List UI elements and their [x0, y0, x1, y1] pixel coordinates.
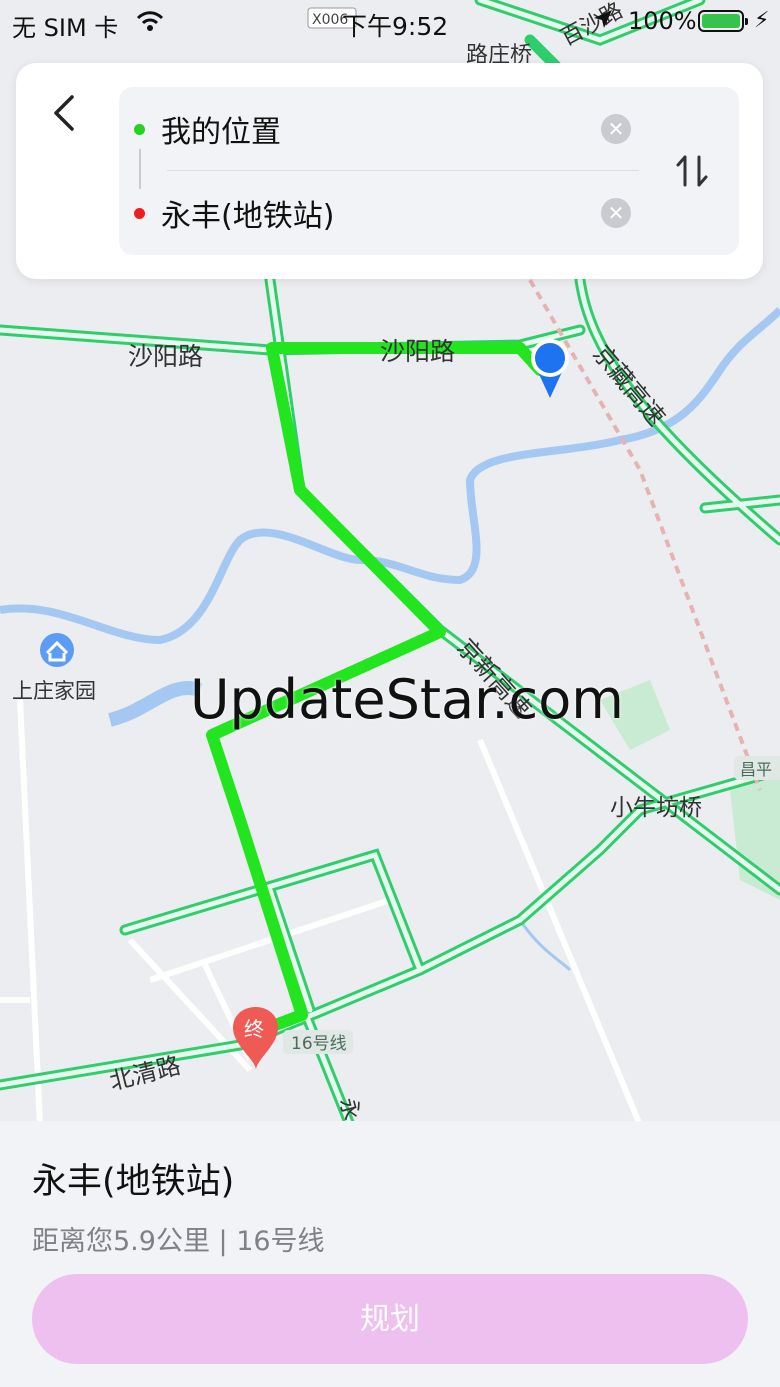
road-label-jingzang: 京藏高速 — [587, 340, 670, 432]
watermark: UpdateStar.com — [190, 668, 624, 731]
line16-badge: 16号线 — [283, 1030, 353, 1054]
road-label-shayang-west: 沙阳路 — [128, 342, 203, 371]
line16-label: 16号线 — [291, 1034, 347, 1054]
route-inputs: 我的位置 ✕ 永丰(地铁站) ✕ — [119, 87, 739, 255]
end-marker-label: 终 — [244, 1017, 264, 1041]
carrier-label: 无 SIM 卡 — [12, 14, 119, 42]
road-label-shayang-east: 沙阳路 — [380, 337, 455, 366]
destination-title: 永丰(地铁站) — [32, 1162, 235, 1202]
destination-panel: 永丰(地铁站) 距离您5.9公里 | 16号线 规划 — [0, 1121, 780, 1387]
battery-percent: 100% — [628, 7, 697, 35]
chevron-left-icon — [54, 95, 74, 131]
charging-icon: ⚡ — [754, 8, 770, 33]
start-field[interactable]: 我的位置 ✕ — [119, 87, 739, 171]
swap-button[interactable] — [670, 149, 714, 193]
end-dot-icon — [134, 208, 145, 219]
wifi-icon — [136, 10, 164, 38]
end-field[interactable]: 永丰(地铁站) ✕ — [119, 171, 739, 255]
changping-label: 昌平 — [740, 760, 772, 779]
destination-info: 距离您5.9公里 | 16号线 — [32, 1226, 325, 1257]
swap-icon — [676, 155, 708, 187]
pond — [108, 681, 203, 727]
end-location-text[interactable]: 永丰(地铁站) — [161, 191, 334, 235]
plan-button[interactable]: 规划 — [32, 1274, 748, 1364]
current-location-icon[interactable] — [531, 339, 569, 398]
poi-label-shangzhuang: 上庄家园 — [12, 679, 96, 703]
residence-poi-icon[interactable] — [40, 633, 74, 667]
start-dot-icon — [134, 124, 145, 135]
bridge-label-xiaoniufang: 小牛坊桥 — [610, 795, 702, 821]
clear-end-button[interactable]: ✕ — [601, 198, 631, 228]
back-button[interactable] — [46, 91, 86, 135]
changping-badge: 昌平 — [734, 756, 780, 780]
battery-icon — [698, 10, 748, 32]
start-location-text[interactable]: 我的位置 — [161, 107, 281, 151]
clear-start-button[interactable]: ✕ — [601, 114, 631, 144]
location-services-icon — [592, 8, 614, 36]
route-card: 我的位置 ✕ 永丰(地铁站) ✕ — [16, 63, 763, 279]
status-bar: 无 SIM 卡 下午9:52 100% ⚡ — [0, 0, 780, 44]
clock: 下午9:52 — [342, 12, 449, 41]
